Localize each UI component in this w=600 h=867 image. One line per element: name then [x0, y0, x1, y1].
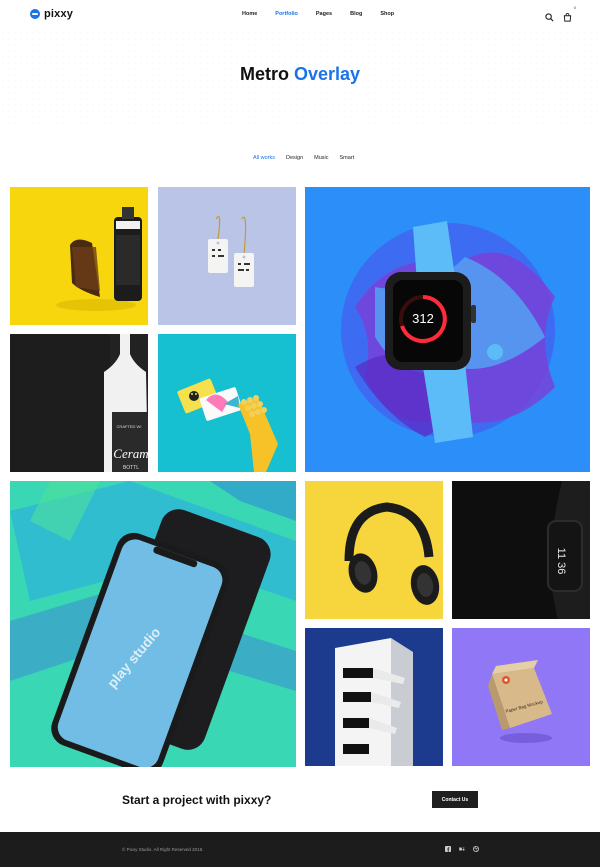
headphones-image [305, 481, 443, 619]
page-title-part1: Metro [239, 64, 289, 84]
smart-watch-image: 312 [305, 187, 590, 472]
nav-item-pages[interactable]: Pages [316, 11, 332, 17]
logo-text: pixxy [44, 8, 74, 20]
nav-item-home[interactable]: Home [242, 11, 257, 17]
building-image [305, 628, 443, 766]
nav-item-shop[interactable]: Shop [380, 11, 394, 17]
smartphone-image: play studio [10, 481, 296, 767]
search-icon[interactable] [545, 9, 554, 22]
bottle-label: Ceram [113, 446, 148, 461]
band-digits: 11 36 [555, 548, 567, 575]
cta-text: Start a project with pixxy? [122, 793, 272, 807]
filter-smart[interactable]: Smart [340, 155, 355, 161]
portfolio-item-paper-bag[interactable]: Paper Bag Mockup [452, 628, 590, 766]
header-icons: 0 [545, 5, 576, 22]
portfolio-item-film-roll[interactable] [10, 187, 148, 325]
dribbble-icon[interactable] [473, 846, 479, 852]
nav-item-portfolio[interactable]: Portfolio [275, 11, 298, 17]
facebook-icon[interactable] [445, 846, 451, 852]
cta-section: Start a project with pixxy? Contact Us [0, 789, 600, 813]
logo[interactable]: pixxy [30, 8, 73, 20]
portfolio-item-business-cards[interactable] [158, 334, 296, 472]
behance-icon[interactable] [459, 846, 465, 852]
filter-design[interactable]: Design [286, 155, 303, 161]
portfolio-item-headphones[interactable] [305, 481, 443, 619]
portfolio-item-smartphone[interactable]: play studio [10, 481, 296, 767]
portfolio-item-fitness-band[interactable]: 11 36 [452, 481, 590, 619]
main-nav: Home Portfolio Pages Blog Shop [242, 11, 412, 17]
paper-bag-image: Paper Bag Mockup [452, 628, 590, 766]
portfolio-item-hang-tags[interactable] [158, 187, 296, 325]
site-header: pixxy Home Portfolio Pages Blog Shop 0 [0, 0, 600, 30]
filter-all-works[interactable]: All works [253, 155, 275, 161]
page-title: Metro Overlay [0, 64, 600, 85]
nav-item-blog[interactable]: Blog [350, 11, 362, 17]
site-footer: © Pixxy Studio. All Right Reserved 2018. [0, 832, 600, 867]
page-title-part2: Overlay [293, 64, 361, 84]
watch-reading: 312 [412, 311, 434, 326]
portfolio-filters: All works Design Music Smart [253, 155, 354, 161]
ceramic-bottle-image: CRAFTED WI Ceram BOTTL [10, 334, 148, 472]
film-roll-image [10, 187, 148, 325]
bottle-bottom-text: BOTTL [123, 465, 139, 471]
fitness-band-image: 11 36 [452, 481, 590, 619]
business-cards-image [158, 334, 296, 472]
contact-us-button[interactable]: Contact Us [432, 791, 478, 808]
logo-icon [30, 9, 40, 19]
copyright-text: © Pixxy Studio. All Right Reserved 2018. [122, 847, 204, 852]
bottle-top-text: CRAFTED WI [117, 424, 142, 429]
social-links [445, 846, 479, 852]
cart-count: 0 [573, 5, 576, 10]
cart-icon[interactable]: 0 [563, 5, 576, 22]
filter-music[interactable]: Music [314, 155, 328, 161]
portfolio-item-ceramic-bottle[interactable]: CRAFTED WI Ceram BOTTL [10, 334, 148, 472]
hang-tags-image [158, 187, 296, 325]
portfolio-item-building[interactable] [305, 628, 443, 766]
portfolio-item-smart-watch[interactable]: 312 [305, 187, 590, 472]
